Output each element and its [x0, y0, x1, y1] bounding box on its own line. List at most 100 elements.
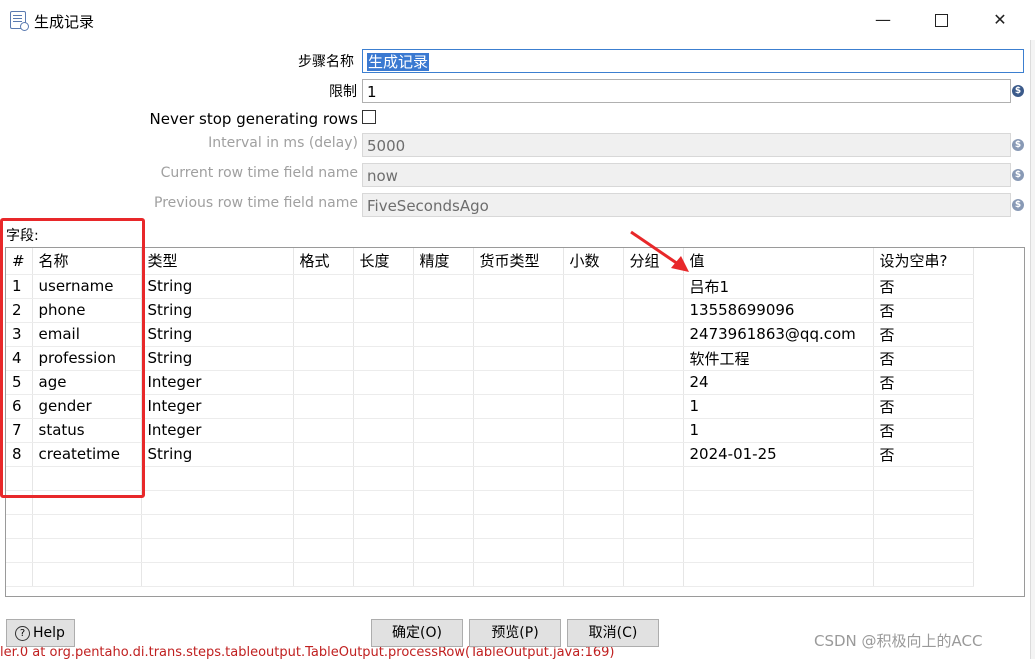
- table-cell[interactable]: [683, 538, 874, 563]
- table-row[interactable]: 5 age Integer 24 否: [6, 370, 974, 395]
- table-cell[interactable]: [623, 442, 684, 467]
- table-cell[interactable]: 1: [683, 418, 874, 443]
- table-cell[interactable]: 7: [6, 418, 33, 443]
- table-cell[interactable]: 1: [683, 394, 874, 419]
- table-cell[interactable]: [473, 418, 564, 443]
- table-cell[interactable]: email: [32, 322, 142, 347]
- table-cell[interactable]: [32, 466, 142, 491]
- table-cell[interactable]: [623, 274, 684, 299]
- table-cell[interactable]: [623, 346, 684, 371]
- table-cell[interactable]: [353, 538, 414, 563]
- table-cell[interactable]: [353, 394, 414, 419]
- never-stop-checkbox[interactable]: [362, 110, 376, 124]
- step-name-input[interactable]: 生成记录: [362, 49, 1024, 73]
- table-cell[interactable]: [563, 466, 624, 491]
- column-header[interactable]: 分组: [623, 248, 684, 275]
- column-header[interactable]: 名称: [32, 248, 142, 275]
- table-cell[interactable]: [353, 370, 414, 395]
- close-button[interactable]: ✕: [977, 5, 1023, 35]
- table-cell[interactable]: [293, 298, 354, 323]
- table-cell[interactable]: status: [32, 418, 142, 443]
- table-row[interactable]: [6, 514, 974, 539]
- table-cell[interactable]: [623, 418, 684, 443]
- table-cell[interactable]: 否: [873, 418, 974, 443]
- interval-input[interactable]: 5000: [362, 133, 1011, 157]
- table-cell[interactable]: 否: [873, 298, 974, 323]
- table-cell[interactable]: [473, 322, 564, 347]
- limit-input[interactable]: 1: [362, 79, 1011, 103]
- table-cell[interactable]: [473, 466, 564, 491]
- table-cell[interactable]: 吕布1: [683, 274, 874, 299]
- table-cell[interactable]: [563, 418, 624, 443]
- table-cell[interactable]: [683, 490, 874, 515]
- previous-row-input[interactable]: FiveSecondsAgo: [362, 193, 1011, 217]
- table-cell[interactable]: String: [141, 274, 294, 299]
- table-cell[interactable]: [623, 394, 684, 419]
- table-row[interactable]: 8 createtime String 2024-01-25 否: [6, 442, 974, 467]
- table-cell[interactable]: [563, 394, 624, 419]
- table-cell[interactable]: [141, 538, 294, 563]
- table-cell[interactable]: [623, 322, 684, 347]
- table-cell[interactable]: username: [32, 274, 142, 299]
- table-cell[interactable]: [293, 370, 354, 395]
- table-cell[interactable]: Integer: [141, 418, 294, 443]
- column-header[interactable]: 精度: [413, 248, 474, 275]
- table-row[interactable]: 2 phone String 13558699096 否: [6, 298, 974, 323]
- table-cell[interactable]: 24: [683, 370, 874, 395]
- table-cell[interactable]: [413, 490, 474, 515]
- table-cell[interactable]: 2024-01-25: [683, 442, 874, 467]
- table-cell[interactable]: [563, 562, 624, 587]
- table-cell[interactable]: createtime: [32, 442, 142, 467]
- table-cell[interactable]: [6, 490, 33, 515]
- table-cell[interactable]: 否: [873, 370, 974, 395]
- ok-button[interactable]: 确定(O): [371, 619, 463, 647]
- table-row[interactable]: 1 username String 吕布1 否: [6, 274, 974, 299]
- column-header[interactable]: 货币类型: [473, 248, 564, 275]
- table-cell[interactable]: Integer: [141, 394, 294, 419]
- table-row[interactable]: 4 profession String 软件工程否: [6, 346, 974, 371]
- variable-icon[interactable]: $: [1012, 139, 1024, 151]
- table-cell[interactable]: [141, 562, 294, 587]
- table-cell[interactable]: [873, 538, 974, 563]
- table-cell[interactable]: [141, 514, 294, 539]
- table-cell[interactable]: [353, 298, 414, 323]
- table-cell[interactable]: [473, 538, 564, 563]
- table-cell[interactable]: [353, 466, 414, 491]
- table-cell[interactable]: [623, 490, 684, 515]
- table-cell[interactable]: [563, 538, 624, 563]
- table-cell[interactable]: [563, 442, 624, 467]
- table-cell[interactable]: [141, 490, 294, 515]
- table-row[interactable]: 6 gender Integer 1 否: [6, 394, 974, 419]
- table-cell[interactable]: [353, 562, 414, 587]
- table-cell[interactable]: [413, 562, 474, 587]
- table-cell[interactable]: [6, 538, 33, 563]
- table-cell[interactable]: gender: [32, 394, 142, 419]
- table-cell[interactable]: [353, 418, 414, 443]
- table-cell[interactable]: [353, 274, 414, 299]
- table-cell[interactable]: phone: [32, 298, 142, 323]
- table-cell[interactable]: [623, 466, 684, 491]
- current-row-input[interactable]: now: [362, 163, 1011, 187]
- table-cell[interactable]: [413, 346, 474, 371]
- table-cell[interactable]: age: [32, 370, 142, 395]
- table-cell[interactable]: [473, 562, 564, 587]
- table-cell[interactable]: [413, 274, 474, 299]
- variable-icon[interactable]: $: [1012, 199, 1024, 211]
- table-cell[interactable]: [6, 514, 33, 539]
- table-cell[interactable]: [293, 490, 354, 515]
- table-cell[interactable]: [873, 562, 974, 587]
- variable-icon[interactable]: $: [1012, 85, 1024, 97]
- table-cell[interactable]: [353, 322, 414, 347]
- preview-button[interactable]: 预览(P): [469, 619, 561, 647]
- table-cell[interactable]: [32, 490, 142, 515]
- table-cell[interactable]: [293, 346, 354, 371]
- table-cell[interactable]: String: [141, 298, 294, 323]
- table-cell[interactable]: 1: [6, 274, 33, 299]
- maximize-button[interactable]: [918, 5, 964, 35]
- table-cell[interactable]: String: [141, 442, 294, 467]
- table-cell[interactable]: Integer: [141, 370, 294, 395]
- table-cell[interactable]: [473, 514, 564, 539]
- table-cell[interactable]: 否: [873, 442, 974, 467]
- table-cell[interactable]: [293, 466, 354, 491]
- table-cell[interactable]: [563, 370, 624, 395]
